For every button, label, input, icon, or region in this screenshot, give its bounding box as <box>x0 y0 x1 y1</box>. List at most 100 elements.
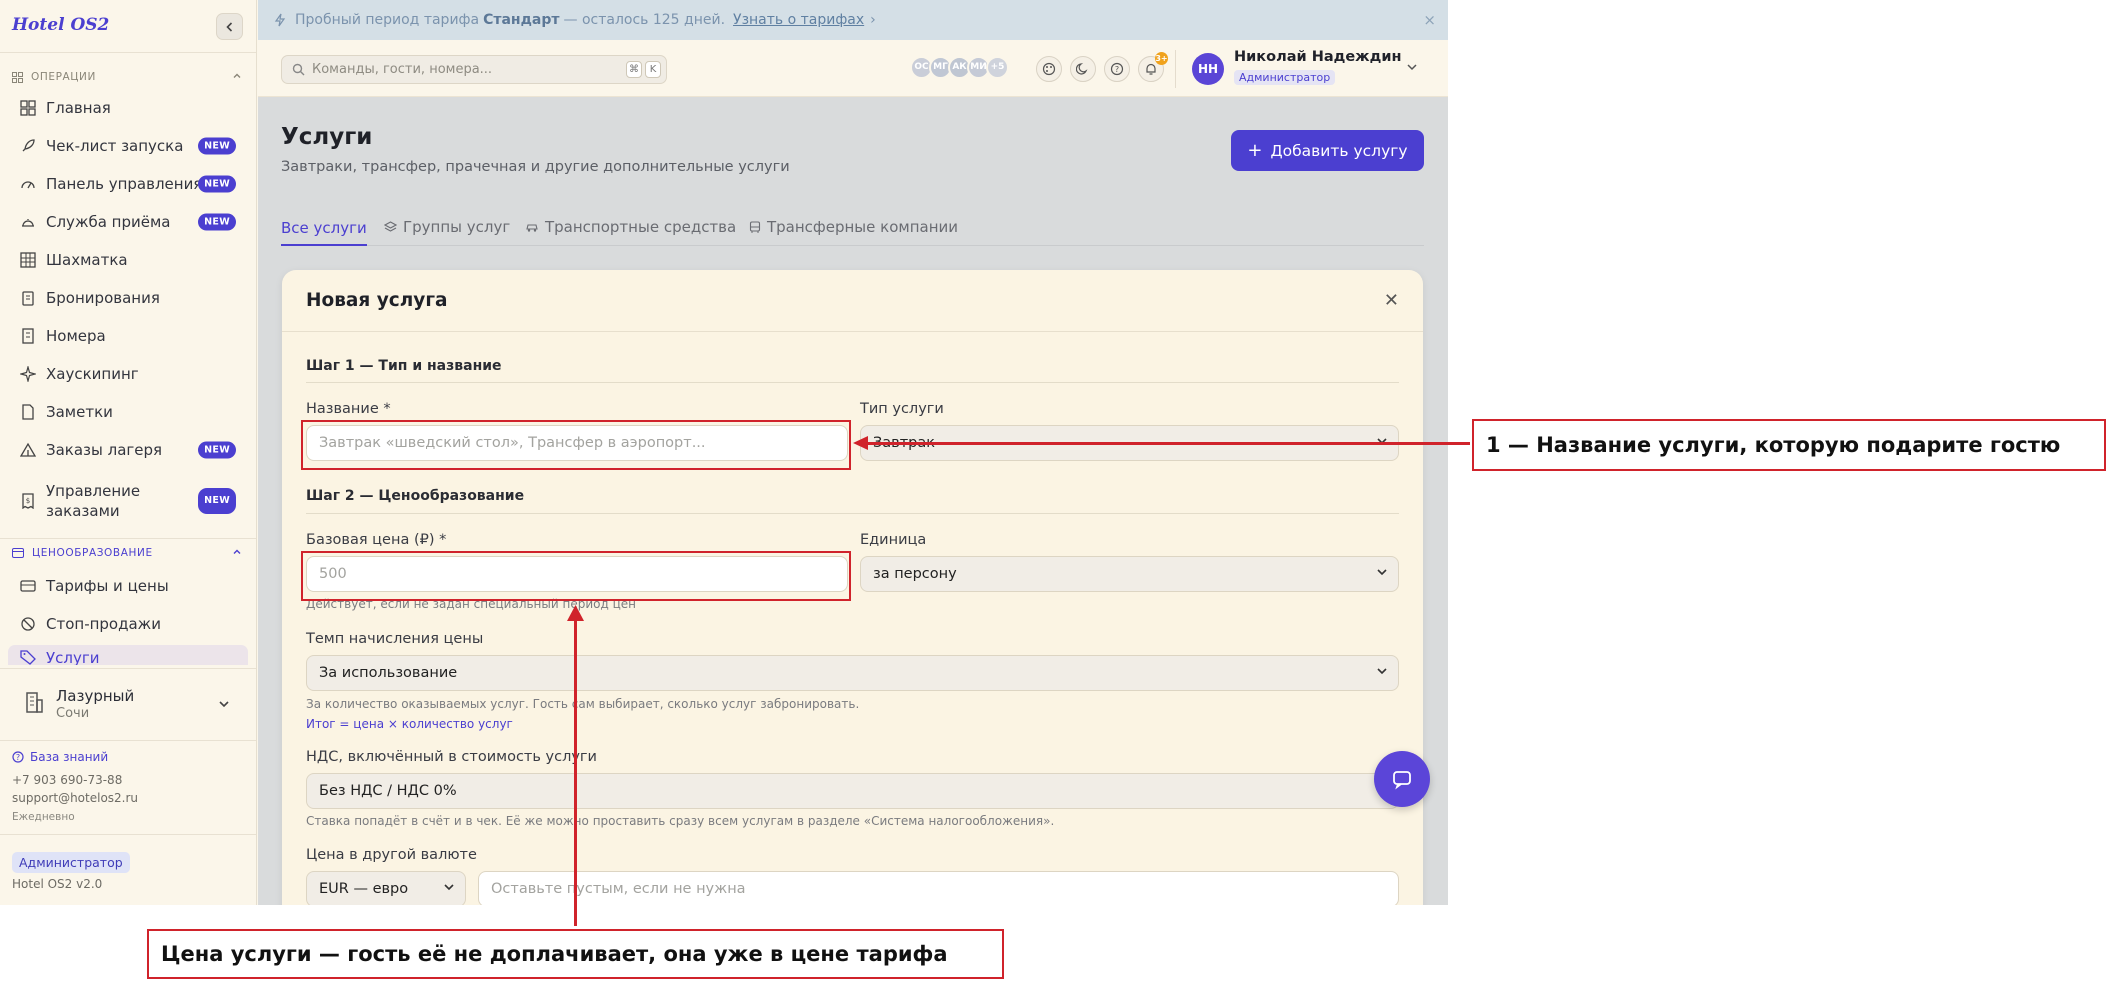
tab-label: Трансферные компании <box>767 218 959 236</box>
sidebar-item-6[interactable]: Номера <box>8 319 248 353</box>
unit-select[interactable]: за персону <box>860 556 1399 592</box>
support-email[interactable]: support@hotelos2.ru <box>12 791 138 805</box>
new-badge: NEW <box>198 488 236 514</box>
price-label: Базовая цена (₽) * <box>306 532 447 548</box>
chevron-down-icon <box>1377 569 1387 576</box>
unit-label: Единица <box>860 532 927 548</box>
kbd-cmd: ⌘ <box>626 61 642 78</box>
section-pricing[interactable]: ЦЕНООБРАЗОВАНИЕ <box>12 547 241 559</box>
divider <box>0 668 256 669</box>
sidebar-item-7[interactable]: Хаускипинг <box>8 357 248 391</box>
chat-button[interactable] <box>1374 751 1430 807</box>
online-user-avatar[interactable]: +5 <box>986 56 1009 79</box>
tab-vehicles[interactable]: Транспортные средства <box>525 212 736 242</box>
accrual-formula: Итог = цена × количество услуг <box>306 717 513 731</box>
dashboard-icon <box>20 100 36 116</box>
sidebar-item-0[interactable]: Главная <box>8 91 248 125</box>
sidebar-item-5[interactable]: Бронирования <box>8 281 248 315</box>
moon-icon <box>1076 63 1088 75</box>
sidebar-item-1[interactable]: Чек-лист запуска NEW <box>8 129 248 163</box>
chevron-down-icon <box>219 701 229 708</box>
sidebar-item-9[interactable]: Заказы лагеря NEW <box>8 433 248 467</box>
role-badge: Администратор <box>12 852 130 873</box>
tab-service-groups[interactable]: Группы услуг <box>384 212 510 242</box>
sidebar-item-label: Услуги <box>46 649 100 665</box>
grid-icon <box>12 71 23 83</box>
arrow-line-1 <box>866 442 1470 445</box>
sidebar-item-label: Хаускипинг <box>46 365 139 383</box>
gauge-icon <box>21 181 35 189</box>
knowledge-base-link[interactable]: ? База знаний <box>12 750 108 764</box>
page-title: Услуги <box>281 124 373 150</box>
online-users[interactable]: ОС МГ АК МИ +5 <box>910 56 1009 79</box>
user-name[interactable]: Николай Надеждин <box>1234 49 1402 65</box>
layers-icon <box>384 220 397 232</box>
hotel-switcher[interactable]: Лазурный Сочи <box>8 677 248 731</box>
svg-text:?: ? <box>16 753 20 762</box>
receipt-icon: $ <box>22 493 34 509</box>
sidebar-item-label: Бронирования <box>46 289 160 307</box>
sidebar-item-label: Заметки <box>46 403 113 421</box>
close-banner-icon[interactable]: × <box>1423 11 1436 29</box>
callout-1: 1 — Название услуги, которую подарите го… <box>1472 419 2106 471</box>
user-avatar[interactable]: НН <box>1192 53 1224 85</box>
sidebar-item-pricing-1[interactable]: Стоп-продажи <box>8 607 248 641</box>
section-operations[interactable]: ОПЕРАЦИИ <box>12 71 241 83</box>
dark-mode-button[interactable] <box>1070 56 1096 82</box>
vat-select[interactable]: Без НДС / НДС 0% <box>306 773 1399 809</box>
sidebar-item-3[interactable]: Служба приёма NEW <box>8 205 248 239</box>
card-icon <box>20 580 36 592</box>
theme-palette-button[interactable] <box>1036 56 1062 82</box>
support-phone[interactable]: +7 903 690-73-88 <box>12 773 122 787</box>
app-logo: Hotel OS2 <box>12 15 110 35</box>
sidebar-collapse-button[interactable] <box>216 13 243 40</box>
new-badge: NEW <box>198 441 236 459</box>
divider <box>0 52 256 53</box>
sidebar-item-4[interactable]: Шахматка <box>8 243 248 277</box>
currency-price-input[interactable]: Оставьте пустым, если не нужна <box>478 871 1399 905</box>
modal-header: Новая услуга ✕ <box>282 270 1423 332</box>
plus-icon: + <box>1247 140 1263 161</box>
tariffs-link[interactable]: Узнать о тарифах <box>733 12 864 28</box>
add-service-button[interactable]: + Добавить услугу <box>1231 130 1424 171</box>
sidebar-item-8[interactable]: Заметки <box>8 395 248 429</box>
service-tabs: Все услуги Группы услуг Транспортные сре… <box>281 210 1424 246</box>
user-role-badge: Администратор <box>1234 70 1336 85</box>
chevron-up-icon <box>233 73 241 78</box>
divider <box>306 513 1399 514</box>
accrual-hint: За количество оказываемых услуг. Гость с… <box>306 697 860 711</box>
vat-hint: Ставка попадёт в счёт и в чек. Её же мож… <box>306 814 1055 828</box>
chevron-down-icon <box>444 884 454 891</box>
card-icon <box>12 548 24 558</box>
tab-label: Транспортные средства <box>545 218 737 236</box>
page-subtitle: Завтраки, трансфер, прачечная и другие д… <box>281 159 790 175</box>
accrual-select[interactable]: За использование <box>306 655 1399 691</box>
car-icon <box>526 224 538 232</box>
sidebar-item-10[interactable]: $ Управление заказами NEW <box>8 478 248 524</box>
currency-select[interactable]: EUR — евро <box>306 871 466 905</box>
building-icon <box>22 328 34 344</box>
sidebar-item-label: Номера <box>46 327 106 345</box>
divider <box>0 834 256 835</box>
tab-transfer-companies[interactable]: Трансферные компании <box>749 212 958 242</box>
chevron-up-icon <box>233 549 241 554</box>
trial-suffix: — осталось 125 дней. <box>563 12 726 28</box>
rocket-icon <box>22 139 35 152</box>
chevron-right-icon: › <box>870 12 876 28</box>
vat-value: Без НДС / НДС 0% <box>319 783 457 799</box>
top-bar: Команды, гости, номера... ⌘ K ОС МГ АК МИ +5… <box>258 40 1448 97</box>
tab-all-services[interactable]: Все услуги <box>281 212 367 246</box>
search-input[interactable]: Команды, гости, номера... ⌘ K <box>281 55 667 84</box>
chevron-down-icon[interactable] <box>1406 62 1418 72</box>
help-button[interactable]: ? <box>1104 56 1130 82</box>
knowledge-base-label: База знаний <box>30 750 109 764</box>
section-operations-label: ОПЕРАЦИИ <box>31 71 96 83</box>
close-icon[interactable]: ✕ <box>1384 290 1399 311</box>
chevron-left-icon <box>225 21 232 32</box>
app-version: Hotel OS2 v2.0 <box>12 877 103 891</box>
sidebar-item-pricing-2[interactable]: Услуги <box>8 645 248 665</box>
sidebar-item-2[interactable]: Панель управления NEW <box>8 167 248 201</box>
notifications-button[interactable]: 3+ <box>1138 52 1168 82</box>
new-badge: NEW <box>198 213 236 231</box>
sidebar-item-pricing-0[interactable]: Тарифы и цены <box>8 569 248 603</box>
